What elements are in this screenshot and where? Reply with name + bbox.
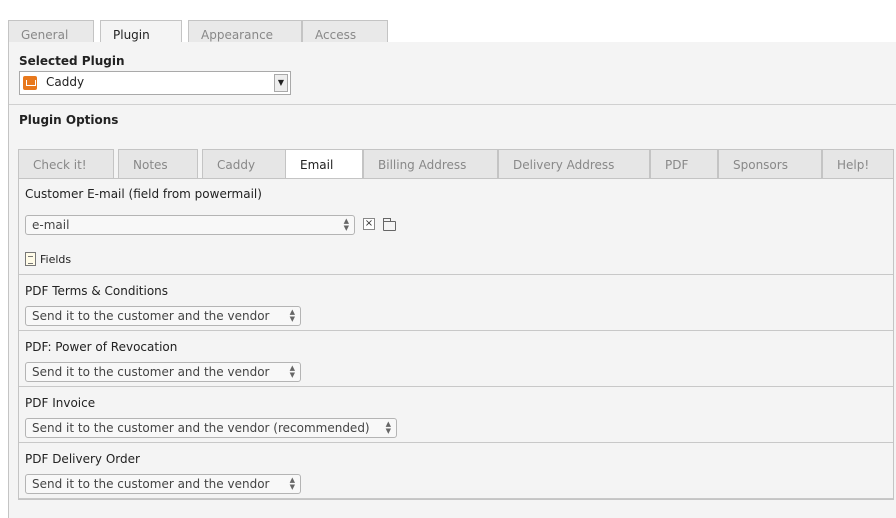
tab-email[interactable]: Email [285, 149, 363, 180]
pdf-terms-label: PDF Terms & Conditions [25, 284, 169, 298]
pdf-revocation-value: Send it to the customer and the vendor [32, 365, 270, 379]
pdf-terms-select[interactable]: Send it to the customer and the vendor ▲… [25, 306, 301, 326]
spinner-icon: ▲ ▼ [289, 308, 295, 323]
pdf-delivery-label: PDF Delivery Order [25, 452, 140, 466]
pdf-invoice-value: Send it to the customer and the vendor (… [32, 421, 370, 435]
tab-check-it[interactable]: Check it! [18, 149, 114, 179]
email-tab-panel: Customer E-mail (field from powermail) e… [18, 178, 894, 500]
pdf-delivery-select[interactable]: Send it to the customer and the vendor ▲… [25, 474, 301, 494]
spinner-icon: ▲ ▼ [343, 217, 349, 232]
customer-email-select[interactable]: e-mail ▲ ▼ [25, 215, 355, 235]
options-tab-bar: Check it! Notes Caddy Email Billing Addr… [18, 149, 894, 180]
chevron-down-icon[interactable]: ▼ [274, 74, 288, 92]
pdf-delivery-value: Send it to the customer and the vendor [32, 477, 270, 491]
plugin-select-value: Caddy [46, 75, 85, 89]
customer-email-row: Customer E-mail (field from powermail) e… [19, 179, 893, 275]
plugin-settings-form: General Plugin Appearance Access Selecte… [8, 8, 896, 518]
tab-sponsors[interactable]: Sponsors [718, 149, 822, 179]
pdf-invoice-row: PDF Invoice Send it to the customer and … [19, 387, 893, 443]
pdf-revocation-label: PDF: Power of Revocation [25, 340, 178, 354]
pdf-invoice-select[interactable]: Send it to the customer and the vendor (… [25, 418, 397, 438]
folder-icon[interactable] [383, 218, 396, 231]
fields-link[interactable]: Fields [40, 253, 71, 266]
tab-delivery-address[interactable]: Delivery Address [498, 149, 650, 179]
plugin-select[interactable]: Caddy ▼ [19, 71, 291, 95]
selected-plugin-heading: Selected Plugin [19, 54, 125, 68]
pdf-invoice-label: PDF Invoice [25, 396, 96, 410]
pdf-terms-row: PDF Terms & Conditions Send it to the cu… [19, 275, 893, 331]
spinner-icon: ▲ ▼ [385, 420, 391, 435]
customer-email-value: e-mail [32, 218, 70, 232]
pdf-revocation-select[interactable]: Send it to the customer and the vendor ▲… [25, 362, 301, 382]
tab-help[interactable]: Help! [822, 149, 894, 179]
pdf-terms-value: Send it to the customer and the vendor [32, 309, 270, 323]
fields-icon [25, 252, 36, 266]
pdf-delivery-row: PDF Delivery Order Send it to the custom… [19, 443, 893, 499]
cart-icon [23, 76, 37, 90]
tab-billing-address[interactable]: Billing Address [363, 149, 498, 179]
clear-icon[interactable]: × [363, 218, 375, 230]
spinner-icon: ▲ ▼ [289, 364, 295, 379]
tab-notes[interactable]: Notes [118, 149, 198, 179]
spinner-icon: ▲ ▼ [289, 476, 295, 491]
plugin-options-heading: Plugin Options [19, 113, 119, 127]
divider [9, 104, 896, 105]
pdf-revocation-row: PDF: Power of Revocation Send it to the … [19, 331, 893, 387]
tab-pdf[interactable]: PDF [650, 149, 718, 179]
customer-email-label: Customer E-mail (field from powermail) [25, 187, 262, 201]
tab-caddy[interactable]: Caddy [202, 149, 288, 179]
